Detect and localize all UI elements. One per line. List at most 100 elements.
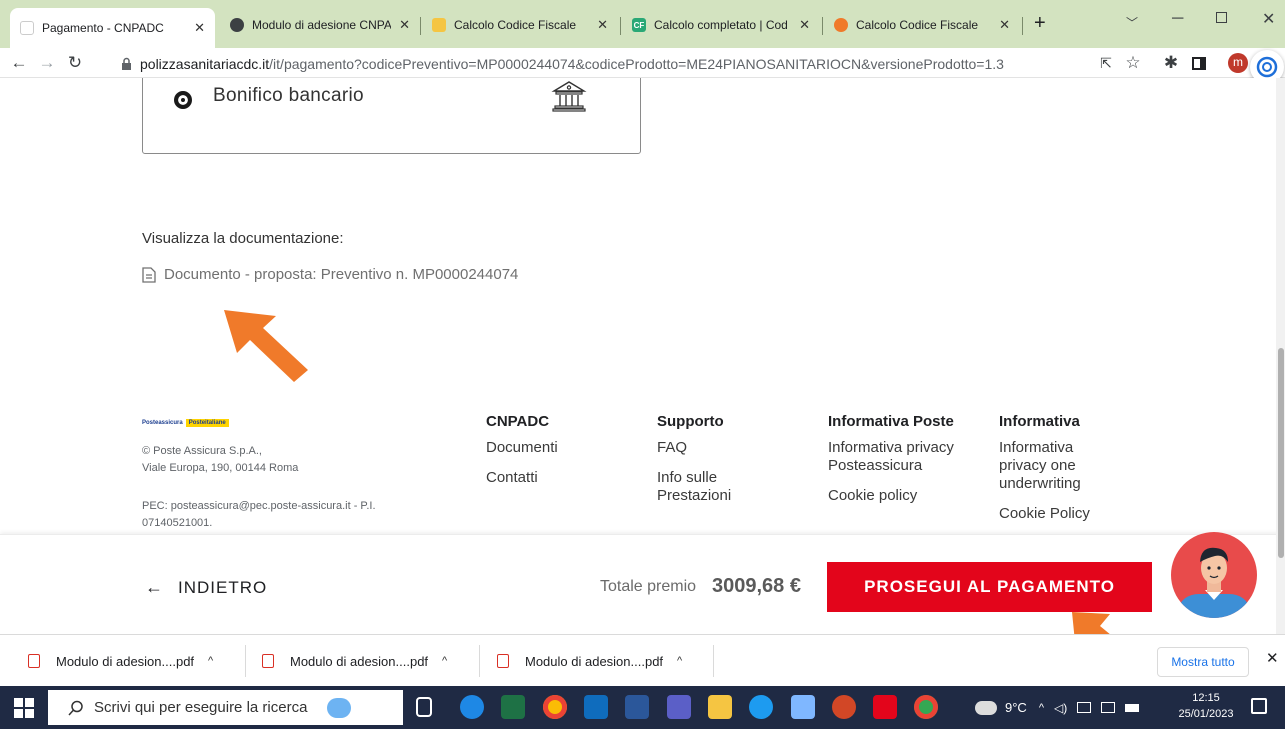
windows-taskbar: Scrivi qui per eseguire la ricerca 9°C ^… — [0, 686, 1285, 729]
company-pec: PEC: posteassicura@pec.poste-assicura.it… — [142, 500, 376, 512]
company-address: Viale Europa, 190, 00144 Roma — [142, 462, 299, 474]
edge-icon[interactable] — [460, 695, 484, 719]
close-icon[interactable]: ✕ — [194, 20, 205, 36]
footer-col-supporto: Supporto FAQ Info sulle Prestazioni — [657, 413, 777, 517]
bookmark-star-icon[interactable]: ☆ — [1122, 52, 1144, 74]
pdf-icon — [28, 654, 40, 668]
extensions-icon[interactable]: ✱ — [1160, 52, 1182, 74]
company-vat: 07140521001. — [142, 517, 213, 529]
footer-link[interactable]: Documenti — [486, 439, 616, 457]
document-icon — [142, 266, 156, 283]
close-downloads-icon[interactable]: ✕ — [1266, 649, 1279, 667]
footer-link[interactable]: FAQ — [657, 439, 777, 457]
notification-icon[interactable] — [1251, 698, 1267, 714]
chrome-icon[interactable] — [543, 695, 567, 719]
tab-pagamento[interactable]: Pagamento - CNPADC ✕ — [10, 8, 215, 48]
footer-link[interactable]: Contatti — [486, 469, 616, 487]
tab-calcolo-2[interactable]: Calcolo Codice Fiscale ✕ — [824, 10, 1020, 40]
tab-modulo[interactable]: Modulo di adesione CNPA ✕ — [220, 10, 420, 40]
assistant-avatar[interactable] — [1171, 532, 1257, 618]
download-item[interactable]: Modulo di adesion....pdf ^ — [497, 635, 682, 687]
side-panel-icon[interactable] — [1192, 57, 1206, 70]
windows-start-icon[interactable] — [14, 698, 34, 718]
close-icon[interactable]: ✕ — [597, 17, 608, 33]
download-item[interactable]: Modulo di adesion....pdf ^ — [262, 635, 447, 687]
weather-cloud-icon — [975, 700, 997, 715]
url-host: polizzasanitariacdc.it — [140, 56, 270, 72]
share-icon[interactable]: ⇱ — [1095, 52, 1117, 74]
document-link[interactable]: Documento - proposta: Preventivo n. MP00… — [142, 266, 518, 283]
scrollbar-thumb[interactable] — [1278, 348, 1284, 558]
minimize-icon[interactable]: ─ — [1172, 10, 1183, 28]
tab-calcolo-completato[interactable]: CF Calcolo completato | Cod ✕ — [622, 10, 820, 40]
logo-badge: Posteitaliane — [185, 419, 229, 427]
skype-icon[interactable] — [749, 695, 773, 719]
display-icon[interactable] — [1101, 702, 1116, 713]
battery-icon[interactable] — [1125, 703, 1140, 712]
url-path: /it/pagamento?codicePreventivo=MP0000244… — [269, 56, 1004, 72]
weather-temp[interactable]: 9°C — [1005, 700, 1027, 715]
pdf-icon — [262, 654, 274, 668]
file-explorer-icon[interactable] — [708, 695, 732, 719]
footer-link[interactable]: Informativa privacy one underwriting — [999, 439, 1119, 493]
blank-page-icon — [20, 21, 34, 35]
calculator-icon — [834, 18, 848, 32]
address-bar[interactable]: polizzasanitariacdc.it/it/pagamento?codi… — [121, 51, 1161, 77]
footer-col-informativa-poste: Informativa Poste Informativa privacy Po… — [828, 413, 968, 517]
back-arrow-icon[interactable]: ← — [8, 52, 30, 74]
acrobat-icon[interactable] — [873, 695, 897, 719]
radio-selected-icon[interactable] — [174, 91, 192, 109]
close-icon[interactable]: ✕ — [799, 17, 810, 33]
footer-col-cnpadc: CNPADC Documenti Contatti — [486, 413, 616, 499]
profile-avatar[interactable]: m — [1228, 53, 1248, 73]
network-icon[interactable] — [1077, 702, 1092, 713]
footer-heading: Informativa Poste — [828, 413, 954, 430]
bank-icon — [551, 81, 587, 112]
chevron-up-icon[interactable]: ^ — [208, 655, 213, 667]
maximize-icon[interactable] — [1216, 12, 1227, 23]
search-highlight-icon — [327, 697, 352, 718]
show-all-downloads-button[interactable]: Mostra tutto — [1157, 647, 1249, 677]
excel-icon[interactable] — [501, 695, 525, 719]
word-icon[interactable] — [625, 695, 649, 719]
new-tab-button[interactable]: + — [1034, 12, 1046, 35]
chrome-profile-icon[interactable] — [914, 695, 938, 719]
posteassicura-logo: Posteassicura Posteitaliane — [142, 419, 229, 427]
window-close-icon[interactable]: ✕ — [1262, 9, 1275, 29]
task-view-icon[interactable] — [416, 697, 432, 717]
footer-link[interactable]: Info sulle Prestazioni — [657, 469, 777, 505]
browser-tab-strip: Pagamento - CNPADC ✕ Modulo di adesione … — [0, 0, 1285, 48]
chevron-up-icon[interactable]: ^ — [442, 655, 447, 667]
outlook-icon[interactable] — [584, 695, 608, 719]
clock[interactable]: 12:15 25/01/2023 — [1176, 690, 1236, 722]
payment-option-card[interactable]: Bonifico bancario — [142, 78, 641, 154]
volume-icon[interactable]: ◁) — [1054, 701, 1067, 715]
download-filename: Modulo di adesion....pdf — [290, 653, 429, 669]
tab-label: Modulo di adesione CNPA — [252, 18, 392, 32]
tab-search-icon[interactable]: ﹀ — [1126, 14, 1138, 31]
close-icon[interactable]: ✕ — [399, 17, 410, 33]
close-icon[interactable]: ✕ — [999, 17, 1010, 33]
tab-calcolo-1[interactable]: Calcolo Codice Fiscale ✕ — [422, 10, 618, 40]
notes-icon[interactable] — [791, 695, 815, 719]
footer-col-informativa: Informativa Informativa privacy one unde… — [999, 413, 1119, 535]
powerpoint-icon[interactable] — [832, 695, 856, 719]
screen: Pagamento - CNPADC ✕ Modulo di adesione … — [0, 0, 1285, 729]
system-tray: 9°C ^ ◁) — [975, 686, 1140, 729]
back-button[interactable]: ← INDIETRO — [145, 577, 267, 598]
chevron-up-icon[interactable]: ^ — [1039, 702, 1044, 714]
back-label: INDIETRO — [178, 577, 268, 597]
footer-link[interactable]: Cookie Policy — [999, 505, 1119, 523]
teams-icon[interactable] — [667, 695, 691, 719]
footer-link[interactable]: Cookie policy — [828, 487, 968, 505]
taskbar-search-box[interactable]: Scrivi qui per eseguire la ricerca — [48, 690, 403, 725]
page-content: Bonifico bancario Visualizza la document… — [0, 78, 1285, 634]
download-item[interactable]: Modulo di adesion....pdf ^ — [28, 635, 213, 687]
chevron-up-icon[interactable]: ^ — [677, 655, 682, 667]
annotation-arrow-icon — [1072, 612, 1110, 634]
reload-icon[interactable]: ↻ — [64, 52, 86, 74]
calculator-icon — [432, 18, 446, 32]
proceed-payment-button[interactable]: PROSEGUI AL PAGAMENTO — [827, 562, 1152, 612]
forward-arrow-icon[interactable]: → — [36, 52, 58, 74]
footer-link[interactable]: Informativa privacy Posteassicura — [828, 439, 968, 475]
